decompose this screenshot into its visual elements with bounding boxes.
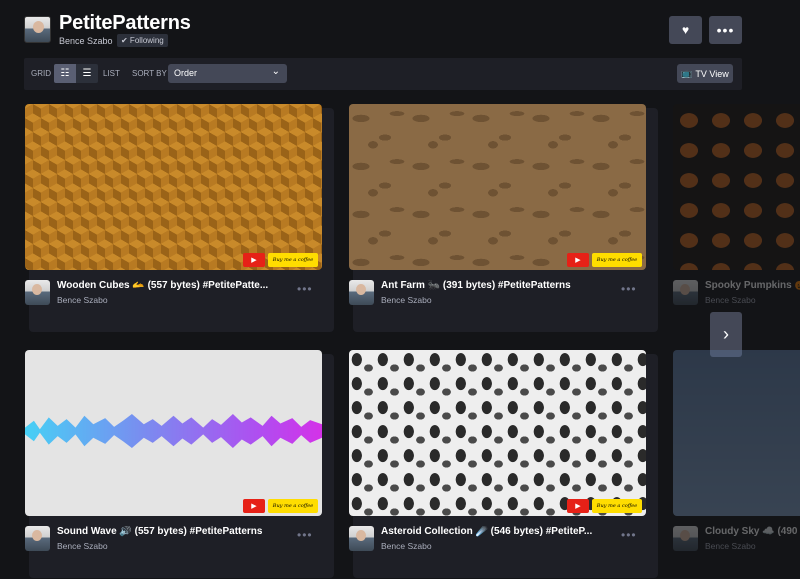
page-title: PetitePatterns <box>59 12 191 34</box>
youtube-icon[interactable]: ▶ <box>567 253 589 267</box>
pen-title[interactable]: Cloudy Sky ☁️ (490 b <box>705 526 800 537</box>
pen-preview[interactable]: ▶ Buy me a coffee <box>349 350 646 516</box>
pen-title[interactable]: Asteroid Collection ☄️ (546 bytes) #Peti… <box>381 526 603 537</box>
more-icon: ••• <box>716 22 735 38</box>
collection-author[interactable]: Bence Szabo <box>59 36 113 46</box>
pen-meta: Spooky Pumpkins 🎃 Bence Szabo <box>673 278 800 308</box>
pen-author[interactable]: Bence Szabo <box>381 541 432 551</box>
pen-title[interactable]: Spooky Pumpkins 🎃 <box>705 280 800 291</box>
pen-author[interactable]: Bence Szabo <box>705 541 756 551</box>
youtube-icon[interactable]: ▶ <box>243 253 265 267</box>
pen-meta: Cloudy Sky ☁️ (490 b Bence Szabo <box>673 524 800 554</box>
avatar[interactable] <box>673 526 698 551</box>
pen-author[interactable]: Bence Szabo <box>705 295 756 305</box>
pen-meta: Ant Farm 🐜 (391 bytes) #PetitePatterns B… <box>349 278 654 308</box>
list-view-button[interactable]: ☰ <box>76 64 98 83</box>
pen-more-button[interactable]: ••• <box>297 528 313 542</box>
grid-view-button[interactable]: ☷ <box>54 64 76 83</box>
tv-view-label: TV View <box>695 68 729 79</box>
youtube-icon[interactable]: ▶ <box>243 499 265 513</box>
list-label: LIST <box>103 69 120 78</box>
avatar[interactable] <box>673 280 698 305</box>
pen-preview[interactable]: ▶ Buy me a coffee <box>25 104 322 270</box>
pen-meta: Sound Wave 🔊 (557 bytes) #PetitePatterns… <box>25 524 330 554</box>
waveform-graphic <box>25 414 322 448</box>
chevron-down-icon: ⌄ <box>271 66 280 77</box>
pen-title[interactable]: Wooden Cubes 🫴 (557 bytes) #PetitePatte.… <box>57 280 279 291</box>
sort-value: Order <box>174 68 198 78</box>
pen-preview[interactable]: ▶ Buy me a coffee <box>25 350 322 516</box>
buy-coffee-badge[interactable]: Buy me a coffee <box>268 253 318 267</box>
chevron-right-icon: › <box>723 324 729 344</box>
pen-preview[interactable] <box>673 104 800 270</box>
buy-coffee-badge[interactable]: Buy me a coffee <box>592 499 642 513</box>
pen-title[interactable]: Ant Farm 🐜 (391 bytes) #PetitePatterns <box>381 280 603 291</box>
pen-preview[interactable] <box>673 350 800 516</box>
pen-author[interactable]: Bence Szabo <box>57 541 108 551</box>
avatar[interactable] <box>24 16 51 43</box>
tv-view-button[interactable]: 📺 TV View <box>677 64 733 83</box>
view-toggle: ☷ ☰ <box>54 64 98 83</box>
youtube-icon[interactable]: ▶ <box>567 499 589 513</box>
pen-more-button[interactable]: ••• <box>621 282 637 296</box>
avatar[interactable] <box>25 526 50 551</box>
pen-preview[interactable]: ▶ Buy me a coffee <box>349 104 646 270</box>
pen-card: Cloudy Sky ☁️ (490 b Bence Szabo <box>673 350 800 560</box>
pen-meta: Asteroid Collection ☄️ (546 bytes) #Peti… <box>349 524 654 554</box>
pen-more-button[interactable]: ••• <box>621 528 637 542</box>
pen-more-button[interactable]: ••• <box>297 282 313 296</box>
grid-label: GRID <box>31 69 51 78</box>
buy-coffee-badge[interactable]: Buy me a coffee <box>268 499 318 513</box>
list-icon: ☰ <box>82 68 92 79</box>
sort-label: SORT BY <box>132 69 167 78</box>
pen-meta: Wooden Cubes 🫴 (557 bytes) #PetitePatte.… <box>25 278 330 308</box>
pen-card: Spooky Pumpkins 🎃 Bence Szabo <box>673 104 800 314</box>
tv-icon: 📺 <box>681 68 693 78</box>
sort-select[interactable]: Order ⌄ <box>168 64 287 83</box>
buy-coffee-badge[interactable]: Buy me a coffee <box>592 253 642 267</box>
avatar[interactable] <box>25 280 50 305</box>
heart-button[interactable]: ♥ <box>669 16 702 44</box>
following-badge[interactable]: ✔ Following <box>117 34 168 47</box>
pen-author[interactable]: Bence Szabo <box>381 295 432 305</box>
more-options-button[interactable]: ••• <box>709 16 742 44</box>
heart-icon: ♥ <box>681 23 690 37</box>
pen-title[interactable]: Sound Wave 🔊 (557 bytes) #PetitePatterns <box>57 526 279 537</box>
grid-icon: ☷ <box>60 68 70 79</box>
avatar[interactable] <box>349 280 374 305</box>
view-toolbar: GRID ☷ ☰ LIST SORT BY Order ⌄ 📺 TV View <box>24 58 742 90</box>
avatar[interactable] <box>349 526 374 551</box>
pen-author[interactable]: Bence Szabo <box>57 295 108 305</box>
